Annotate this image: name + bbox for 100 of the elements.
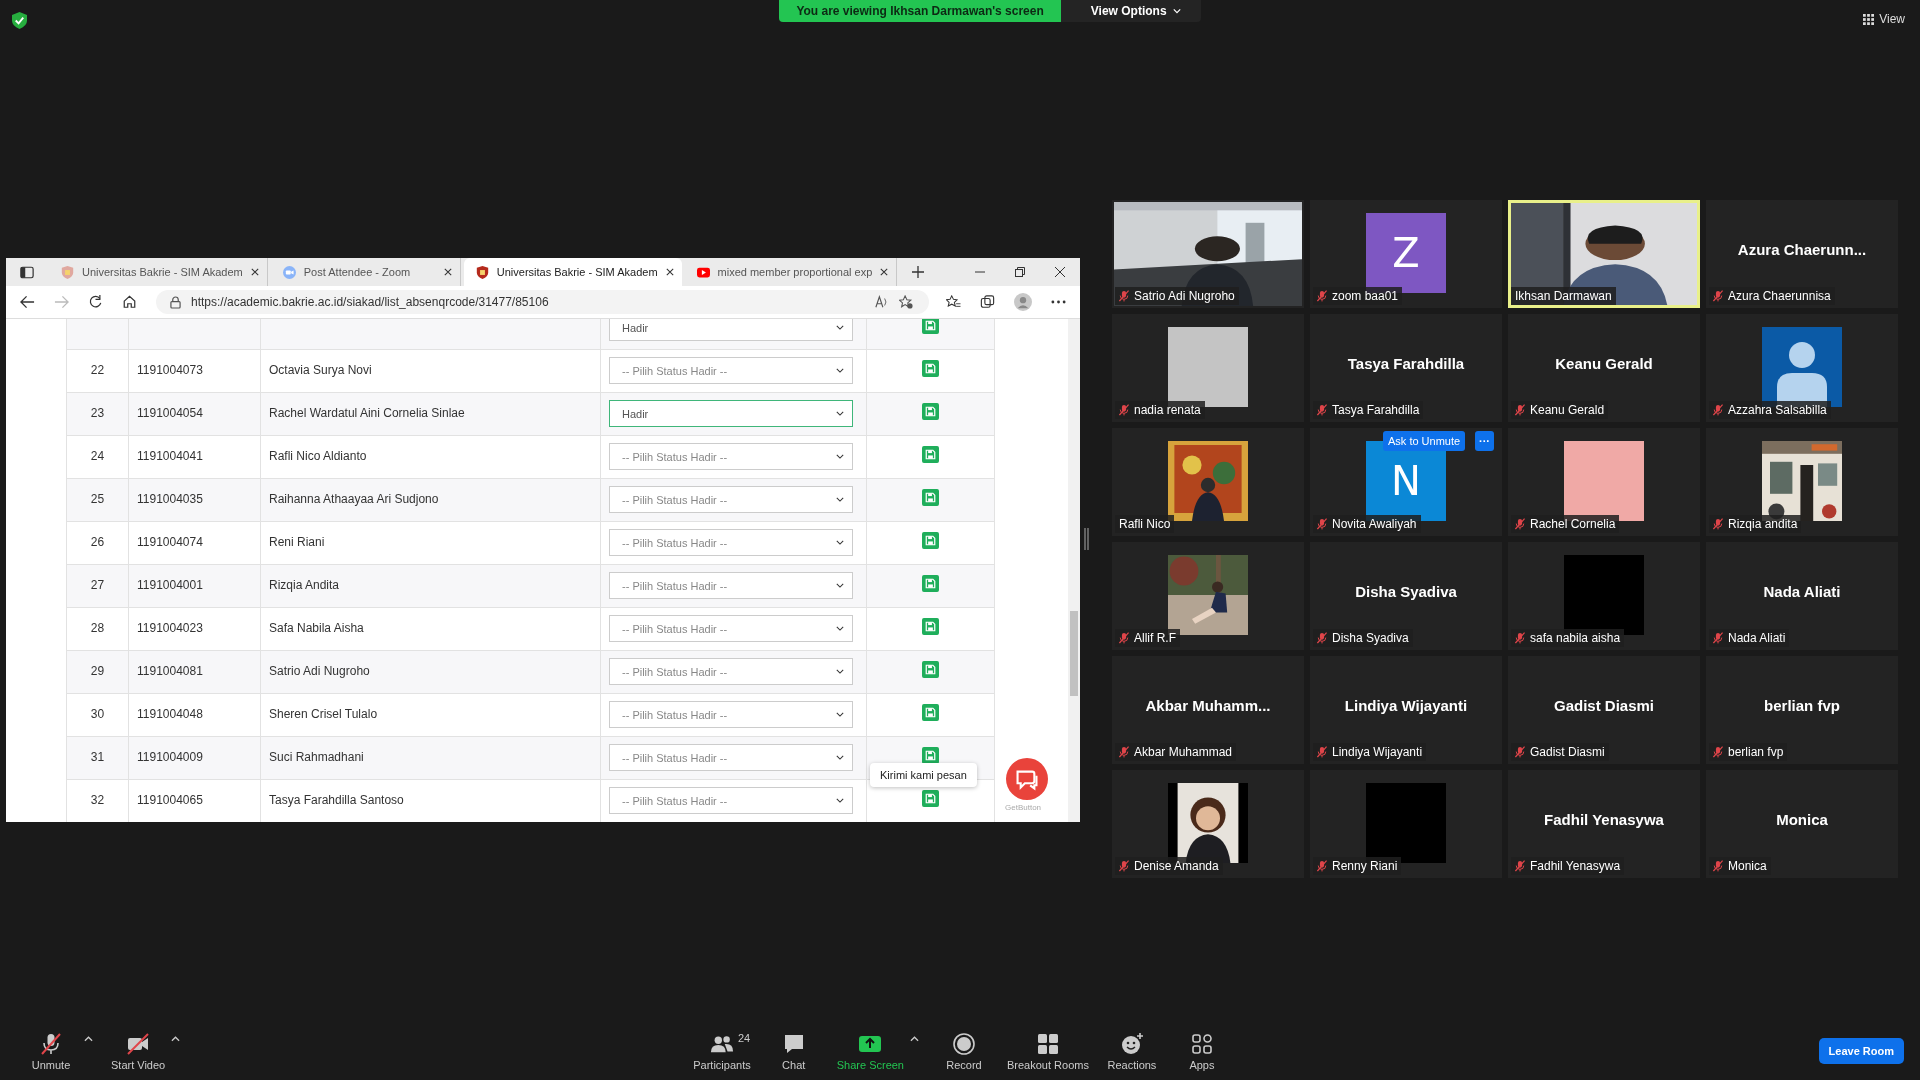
- name-label: Azzahra Salsabilla: [1709, 401, 1831, 419]
- row-number: 28: [90, 621, 105, 635]
- status-dropdown[interactable]: -- Pilih Status Hadir --: [609, 486, 853, 513]
- shield-icon[interactable]: [12, 12, 27, 29]
- chevron-down-icon: [836, 626, 844, 631]
- chat-button[interactable]: [1006, 758, 1048, 800]
- close-icon[interactable]: [665, 268, 674, 276]
- row-number: 32: [90, 793, 105, 807]
- name-label: Azura Chaerunnisa: [1709, 287, 1835, 305]
- status-dropdown[interactable]: -- Pilih Status Hadir --: [609, 443, 853, 470]
- scrollbar-thumb[interactable]: [1070, 611, 1078, 696]
- participant-display-name: Gadist Diasmi: [1553, 696, 1654, 714]
- chevron-down-icon: [836, 712, 844, 717]
- grid-icon: [1863, 13, 1875, 25]
- caret-icon[interactable]: [84, 1035, 93, 1042]
- save-button[interactable]: [922, 360, 939, 377]
- reactions-button[interactable]: Reactions: [1096, 1031, 1167, 1071]
- grid-icon: [1035, 1031, 1060, 1056]
- home-icon[interactable]: [122, 295, 137, 309]
- row-number: 31: [90, 750, 105, 764]
- browser-tab[interactable]: Post Attendee - Zoom: [270, 258, 461, 286]
- status-dropdown[interactable]: -- Pilih Status Hadir --: [609, 701, 853, 728]
- save-button[interactable]: [922, 319, 939, 334]
- record-icon: [952, 1031, 976, 1056]
- save-button[interactable]: [922, 704, 939, 721]
- save-button[interactable]: [922, 489, 939, 506]
- status-dropdown[interactable]: -- Pilih Status Hadir --: [609, 572, 853, 599]
- student-id: 1191004001: [137, 578, 203, 592]
- save-button[interactable]: [922, 403, 939, 420]
- name-label: nadia renata: [1115, 401, 1205, 419]
- status-dropdown[interactable]: -- Pilih Status Hadir --: [609, 615, 853, 642]
- browser-tab[interactable]: mixed member proportional exp: [684, 258, 898, 286]
- participant-display-name: berlian fvp: [1764, 696, 1840, 714]
- read-aloud-icon[interactable]: [875, 295, 889, 309]
- apps-button[interactable]: Apps: [1166, 1031, 1237, 1071]
- status-dropdown[interactable]: -- Pilih Status Hadir --: [609, 357, 853, 384]
- tab-actions-icon[interactable]: [20, 265, 34, 279]
- play-icon: [696, 265, 710, 279]
- chevron-down-icon: [836, 669, 844, 674]
- more-button[interactable]: ···: [1475, 431, 1494, 451]
- save-button[interactable]: [922, 790, 939, 807]
- name-label: Lindiya Wijayanti: [1313, 743, 1427, 761]
- start-video-button[interactable]: Start Video: [103, 1031, 174, 1071]
- save-button[interactable]: [922, 446, 939, 463]
- breakout-button[interactable]: Breakout Rooms: [999, 1031, 1097, 1071]
- row-number: 27: [90, 578, 105, 592]
- save-button[interactable]: [922, 661, 939, 678]
- resize-handle[interactable]: [1084, 528, 1089, 550]
- refresh-icon[interactable]: [88, 295, 103, 309]
- chevron-down-icon: [836, 454, 844, 459]
- chat-button[interactable]: Chat: [758, 1031, 829, 1071]
- caret-icon[interactable]: [910, 1035, 919, 1042]
- close-icon[interactable]: [880, 268, 889, 276]
- row-number: 30: [90, 707, 105, 721]
- browser-tab[interactable]: Universitas Bakrie - SIM Akadem: [463, 258, 682, 286]
- participant-display-name: Nada Aliati: [1763, 582, 1841, 600]
- status-dropdown[interactable]: Hadir: [609, 400, 853, 427]
- save-button[interactable]: [922, 618, 939, 635]
- unmute-button[interactable]: Unmute: [16, 1031, 86, 1071]
- leave-room-button[interactable]: Leave Room: [1818, 1038, 1904, 1064]
- star-plus-icon[interactable]: [899, 295, 913, 309]
- favorites-icon[interactable]: [946, 295, 961, 309]
- share-button[interactable]: Share Screen: [828, 1031, 912, 1071]
- student-name: Satrio Adi Nugroho: [269, 664, 370, 678]
- status-dropdown[interactable]: Hadir: [609, 319, 853, 341]
- participant-display-name: Fadhil Yenasywa: [1544, 810, 1664, 828]
- name-label: Keanu Gerald: [1511, 401, 1609, 419]
- student-name: Safa Nabila Aisha: [269, 621, 364, 635]
- caret-icon[interactable]: [171, 1035, 181, 1042]
- status-dropdown[interactable]: -- Pilih Status Hadir --: [609, 787, 853, 814]
- status-dropdown[interactable]: -- Pilih Status Hadir --: [609, 744, 853, 771]
- widget-brand: GetButton: [1005, 803, 1042, 812]
- status-dropdown[interactable]: -- Pilih Status Hadir --: [609, 529, 853, 556]
- camera-icon: [282, 265, 296, 279]
- address-field[interactable]: https://academic.bakrie.ac.id/siakad/list_absenqrcode/31477/85106: [156, 290, 929, 314]
- name-label: Ikhsan Darmawan: [1511, 287, 1616, 305]
- close-icon[interactable]: [443, 268, 452, 276]
- lock-icon[interactable]: [170, 295, 181, 309]
- view-button[interactable]: View: [1863, 12, 1905, 26]
- name-label: Fadhil Yenasywa: [1511, 857, 1625, 875]
- record-button[interactable]: Record: [929, 1031, 999, 1071]
- view-options-button[interactable]: View Options: [1060, 0, 1201, 22]
- participants-button[interactable]: 24 Participants: [685, 1031, 759, 1071]
- collections-icon[interactable]: [980, 295, 995, 309]
- save-button[interactable]: [922, 532, 939, 549]
- save-button[interactable]: [922, 575, 939, 592]
- participant-display-name: Akbar Muhamm...: [1145, 696, 1271, 714]
- profile-icon[interactable]: [1014, 293, 1032, 311]
- chevron-down-icon: [836, 540, 844, 545]
- restore-icon[interactable]: [1015, 267, 1025, 277]
- back-icon[interactable]: [20, 295, 35, 309]
- student-id: 1191004074: [137, 535, 203, 549]
- close-icon[interactable]: [250, 268, 259, 276]
- ask-to-unmute-button[interactable]: Ask to Unmute: [1383, 431, 1466, 451]
- status-dropdown[interactable]: -- Pilih Status Hadir --: [609, 658, 853, 685]
- close-icon[interactable]: [1055, 267, 1065, 277]
- new-tab-icon[interactable]: [912, 266, 925, 278]
- browser-tab[interactable]: Universitas Bakrie - SIM Akadem: [49, 258, 268, 286]
- student-id: 1191004054: [137, 406, 203, 420]
- shield-icon: [475, 265, 489, 279]
